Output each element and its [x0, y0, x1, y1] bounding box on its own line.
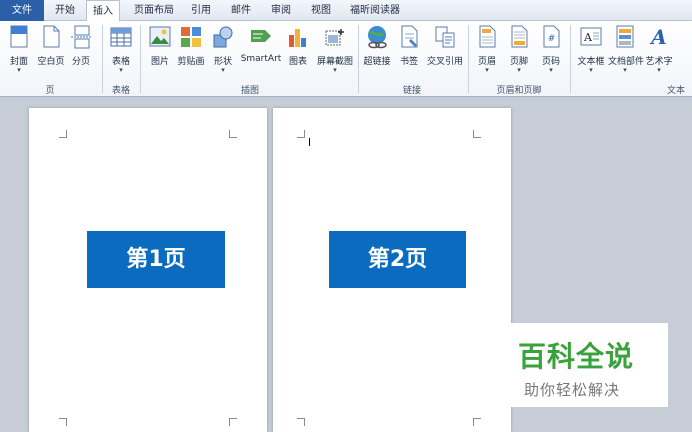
- chart-label: 图表: [288, 57, 307, 67]
- footer-button[interactable]: 页脚 ▾: [506, 25, 532, 87]
- chevron-down-icon: ▾: [657, 66, 661, 74]
- header-icon: [479, 25, 496, 48]
- margin-corner-mark: [297, 418, 305, 426]
- quick-parts-icon: [616, 25, 634, 48]
- page-1-title: 第1页: [87, 231, 225, 288]
- chart-button[interactable]: 图表: [286, 25, 310, 87]
- table-button[interactable]: 表格 ▾: [108, 25, 134, 87]
- wordart-icon: A: [649, 25, 667, 49]
- shapes-icon: [213, 26, 233, 48]
- illustration-group-label: 插图: [240, 86, 259, 96]
- chart-icon: [289, 29, 306, 47]
- bookmark-icon: [401, 25, 418, 48]
- page-break-label: 分页: [71, 57, 90, 67]
- margin-corner-mark: [297, 130, 305, 138]
- margin-corner-mark: [473, 418, 481, 426]
- table-group-label: 表格: [111, 86, 130, 96]
- document-page-1[interactable]: 第1页: [29, 108, 267, 432]
- watermark-main-text: 百科全说: [518, 340, 635, 373]
- smartart-button[interactable]: SmartArt: [241, 25, 281, 87]
- picture-label: 图片: [150, 57, 169, 67]
- page-2-title: 第2页: [329, 231, 466, 288]
- clipart-label: 剪贴画: [177, 57, 205, 67]
- ribbon-insert: 封面 ▾ 空白页 分页 页 表格 ▾ 表格 图片 剪贴画 形状 ▾ SmartA…: [0, 21, 692, 97]
- svg-text:#: #: [548, 34, 556, 44]
- svg-text:A: A: [583, 31, 593, 44]
- header-button[interactable]: 页眉 ▾: [474, 25, 500, 87]
- blank-page-button[interactable]: 空白页: [37, 25, 65, 87]
- page-break-icon: [71, 25, 91, 49]
- quick-parts-button[interactable]: 文档部件 ▾: [608, 25, 644, 87]
- blank-page-icon: [43, 25, 60, 48]
- tab-review[interactable]: 审阅: [264, 0, 298, 21]
- cross-reference-label: 交叉引用: [426, 57, 463, 67]
- document-page-2[interactable]: 第2页: [273, 108, 511, 432]
- smartart-icon: [251, 30, 271, 42]
- chevron-down-icon: ▾: [623, 66, 627, 74]
- ribbon-separator: [102, 25, 103, 93]
- chevron-down-icon: ▾: [589, 66, 593, 74]
- margin-corner-mark: [59, 130, 67, 138]
- tab-view[interactable]: 视图: [304, 0, 338, 21]
- clipart-icon: [181, 27, 201, 47]
- chevron-down-icon: ▾: [549, 66, 553, 74]
- tab-foxit-reader[interactable]: 福昕阅读器: [344, 0, 406, 21]
- picture-icon: [149, 26, 171, 47]
- chevron-down-icon: ▾: [17, 66, 21, 74]
- cover-page-icon: [10, 25, 28, 48]
- clipart-button[interactable]: 剪贴画: [177, 25, 205, 87]
- tab-mailings[interactable]: 邮件: [224, 0, 258, 21]
- ribbon-separator: [468, 25, 469, 93]
- chevron-down-icon: ▾: [333, 66, 337, 74]
- smartart-label: SmartArt: [240, 54, 282, 64]
- cross-reference-icon: [435, 26, 455, 48]
- page-break-button[interactable]: 分页: [70, 25, 92, 87]
- text-group-label: 文本: [666, 86, 685, 96]
- blank-page-label: 空白页: [37, 57, 65, 67]
- page-number-button[interactable]: # 页码 ▾: [538, 25, 564, 87]
- ribbon-separator: [570, 25, 571, 93]
- table-icon: [110, 27, 132, 47]
- tab-insert[interactable]: 插入: [86, 0, 120, 22]
- text-cursor: [309, 138, 310, 146]
- hyperlink-label: 超链接: [363, 57, 391, 67]
- svg-text:A: A: [649, 25, 667, 49]
- chevron-down-icon: ▾: [119, 66, 123, 74]
- shapes-button[interactable]: 形状 ▾: [212, 25, 234, 87]
- bookmark-label: 书签: [399, 57, 418, 67]
- page-group-label: 页: [45, 86, 55, 96]
- picture-button[interactable]: 图片: [148, 25, 172, 87]
- bookmark-button[interactable]: 书签: [398, 25, 420, 87]
- watermark-sub-text: 助你轻松解决: [524, 381, 621, 399]
- tab-references[interactable]: 引用: [186, 0, 216, 21]
- tab-file[interactable]: 文件: [0, 0, 44, 21]
- margin-corner-mark: [473, 130, 481, 138]
- ribbon-separator: [140, 25, 141, 93]
- cover-page-button[interactable]: 封面 ▾: [8, 25, 30, 87]
- screenshot-icon: [325, 29, 344, 46]
- wordart-button[interactable]: A 艺术字 ▾: [645, 25, 672, 87]
- ribbon-separator: [358, 25, 359, 93]
- margin-corner-mark: [229, 418, 237, 426]
- margin-corner-mark: [229, 130, 237, 138]
- textbox-button[interactable]: A 文本框 ▾: [577, 25, 605, 87]
- tab-home[interactable]: 开始: [48, 0, 82, 21]
- hyperlink-button[interactable]: 超链接: [363, 25, 391, 87]
- margin-corner-mark: [59, 418, 67, 426]
- header-footer-group-label: 页眉和页脚: [496, 86, 542, 96]
- chevron-down-icon: ▾: [485, 66, 489, 74]
- page-number-icon: #: [543, 25, 560, 48]
- ribbon-tab-bar: 文件 开始 插入 页面布局 引用 邮件 审阅 视图 福昕阅读器: [0, 0, 692, 22]
- hyperlink-icon: [368, 26, 387, 49]
- screenshot-button[interactable]: 屏幕截图 ▾: [317, 25, 353, 87]
- link-group-label: 链接: [402, 86, 421, 96]
- chevron-down-icon: ▾: [221, 66, 225, 74]
- cross-reference-button[interactable]: 交叉引用: [427, 25, 463, 87]
- watermark-logo: 百科全说 助你轻松解决: [510, 323, 668, 407]
- chevron-down-icon: ▾: [517, 66, 521, 74]
- footer-icon: [511, 25, 528, 48]
- tab-page-layout[interactable]: 页面布局: [126, 0, 182, 21]
- textbox-icon: A: [580, 27, 602, 46]
